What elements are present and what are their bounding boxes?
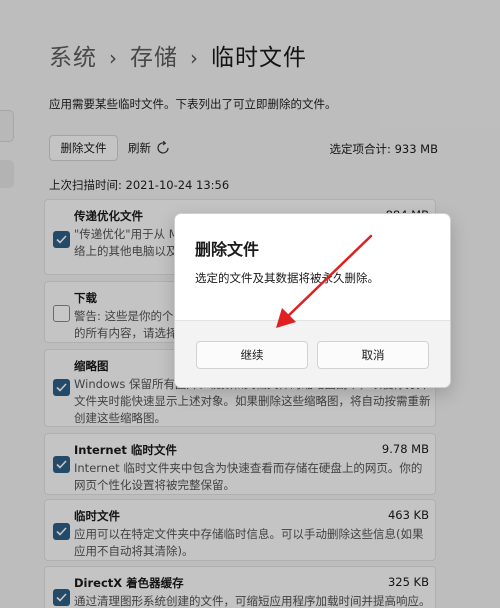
cancel-button[interactable]: 取消	[317, 341, 429, 369]
dialog-footer: 继续 取消	[175, 320, 450, 387]
delete-files-dialog: 删除文件 选定的文件及其数据将被永久删除。 继续 取消	[174, 213, 451, 388]
continue-button[interactable]: 继续	[196, 341, 308, 369]
dialog-title: 删除文件	[195, 240, 260, 259]
dialog-message: 选定的文件及其数据将被永久删除。	[195, 271, 379, 285]
